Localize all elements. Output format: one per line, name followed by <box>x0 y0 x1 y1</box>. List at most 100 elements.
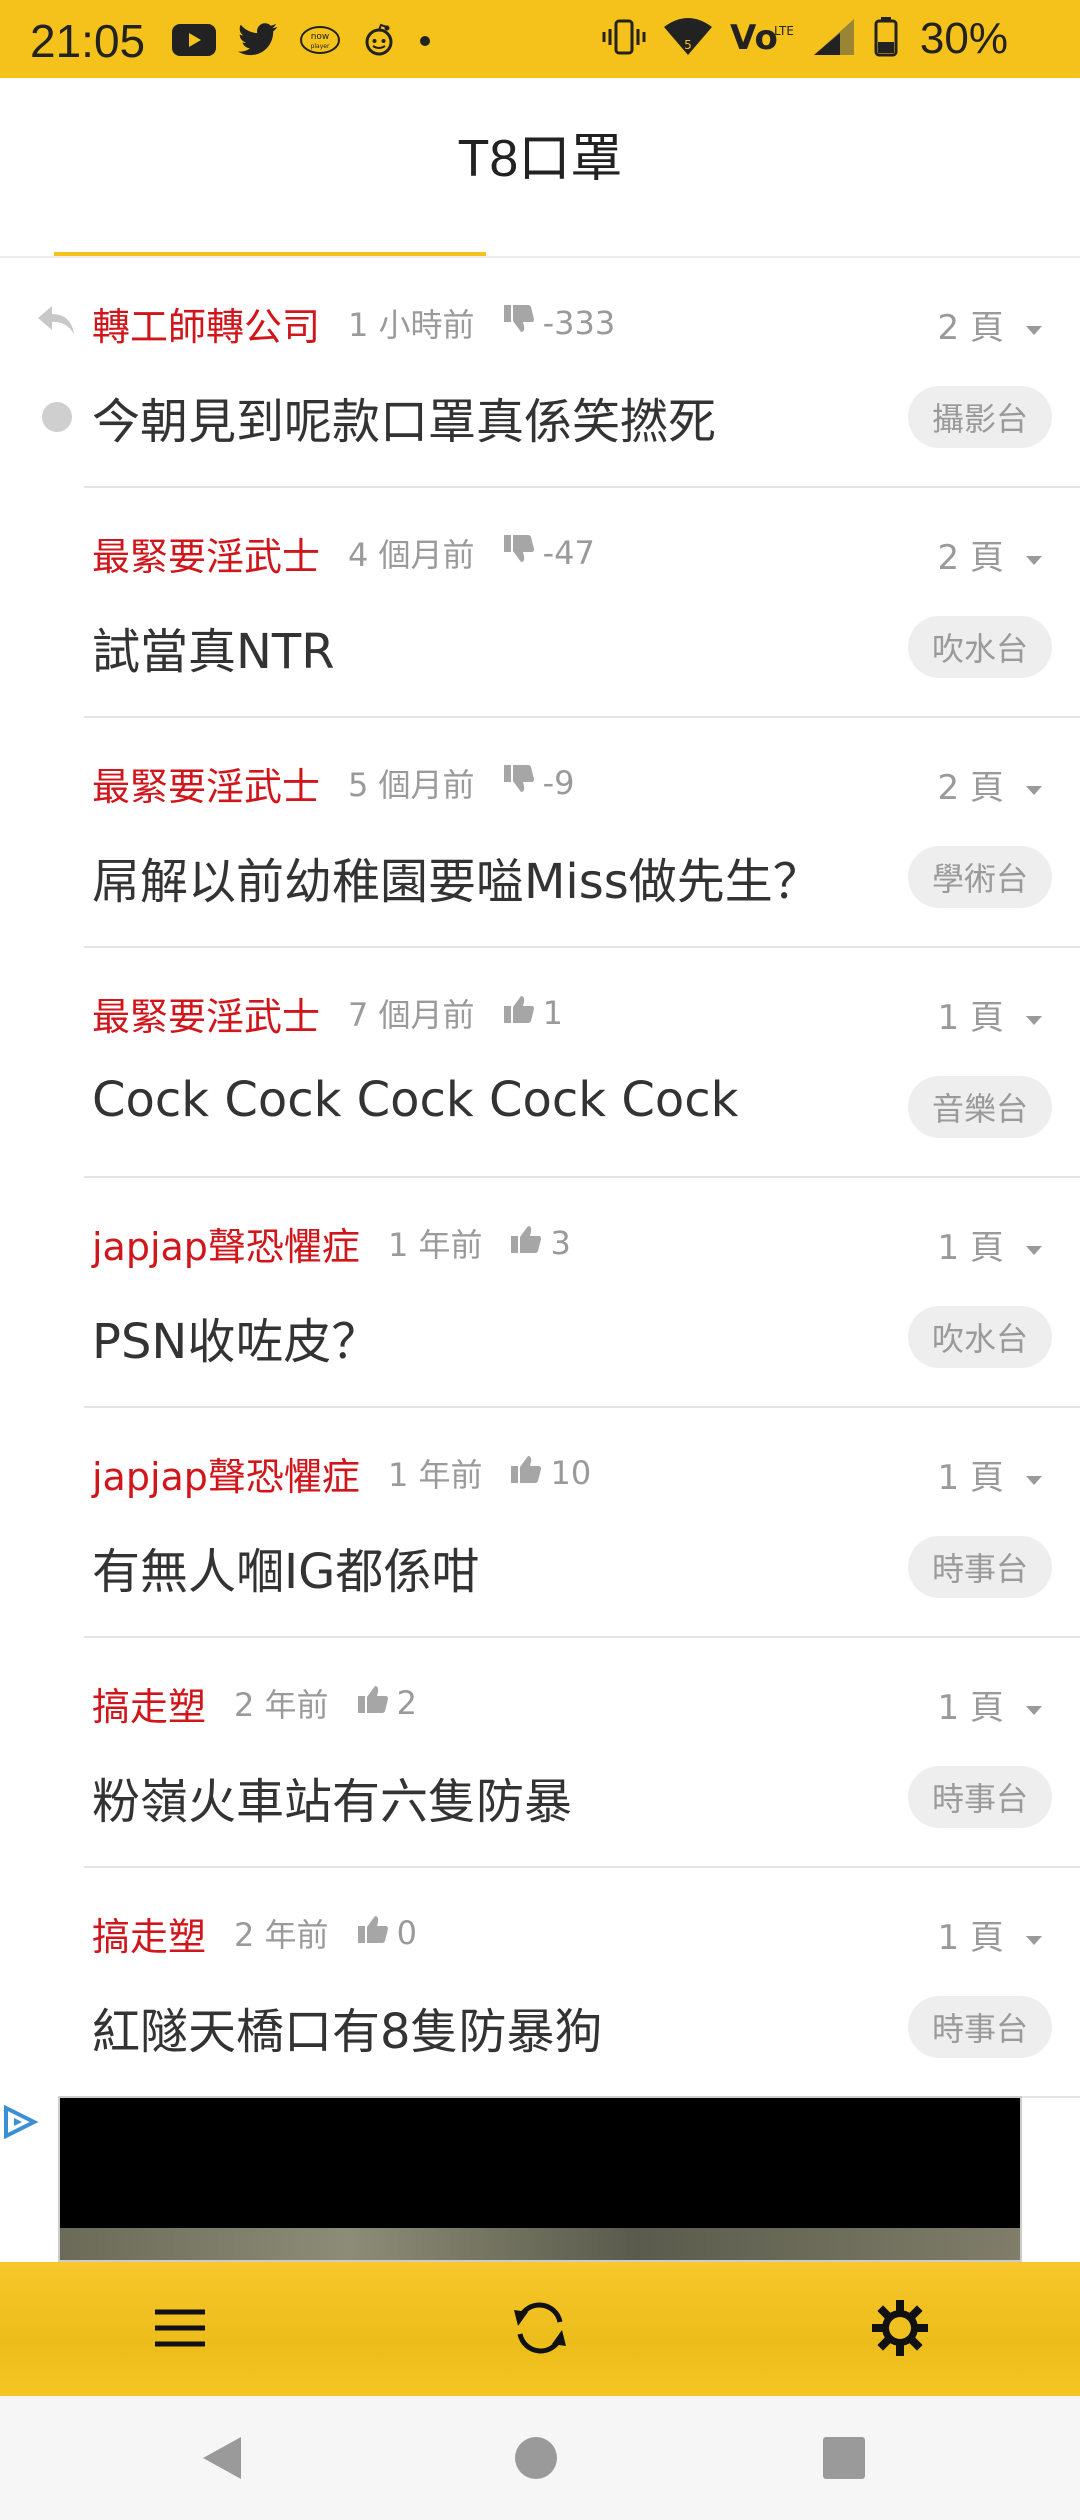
menu-icon <box>153 2306 207 2354</box>
thread-title[interactable]: 試當真NTR <box>92 612 335 682</box>
wifi-icon: 5 <box>662 17 714 61</box>
thread-title[interactable]: 紅隧天橋口有8隻防暴狗 <box>92 1992 603 2062</box>
thread-title[interactable]: 今朝見到呢款口罩真係笑撚死 <box>92 382 716 452</box>
thread-author[interactable]: japjap聲恐懼症 <box>92 1216 360 1271</box>
page-selector[interactable]: 2 頁 <box>938 530 1042 579</box>
forum-tag[interactable]: 攝影台 <box>907 386 1052 448</box>
thread-time: 4 個月前 <box>348 536 475 574</box>
chevron-down-icon <box>1026 1455 1042 1495</box>
thread-time: 1 小時前 <box>348 306 475 344</box>
thread-title[interactable]: 屌解以前幼稚園要嗌Miss做先生？ <box>92 842 821 912</box>
thread-row[interactable]: japjap聲恐懼症 1 年前 10 1 頁有無人嗰IG都係咁 時事台 <box>0 1408 1080 1638</box>
ad-choices-icon[interactable] <box>0 2102 40 2146</box>
thread-title[interactable]: 有無人嗰IG都係咁 <box>92 1532 479 1602</box>
thumbs-up-icon <box>357 1684 389 1722</box>
thread-row[interactable]: 搞走塑 2 年前 0 1 頁紅隧天橋口有8隻防暴狗 時事台 <box>0 1868 1080 2098</box>
page-selector[interactable]: 1 頁 <box>938 990 1042 1039</box>
thread-rating: 10 <box>510 1454 591 1492</box>
forum-tag[interactable]: 音樂台 <box>907 1076 1052 1138</box>
thread-time: 2 年前 <box>234 1686 329 1724</box>
thread-author[interactable]: 最緊要淫武士 <box>92 986 320 1041</box>
rating-value: 3 <box>550 1224 571 1262</box>
status-time: 21:05 <box>30 15 146 67</box>
thread-title[interactable]: Cock Cock Cock Cock Cock <box>92 1072 738 1128</box>
system-nav-bar <box>0 2396 1080 2520</box>
page-count: 1 頁 <box>937 998 1004 1038</box>
thread-row[interactable]: 轉工師轉公司 1 小時前 -333 2 頁今朝見到呢款口罩真係笑撚死 攝影台 <box>0 258 1080 488</box>
unread-indicator <box>42 402 72 432</box>
home-icon <box>513 2435 559 2485</box>
notification-icons: now player <box>172 22 432 62</box>
page-count: 1 頁 <box>937 1918 1004 1958</box>
home-button[interactable] <box>506 2430 566 2490</box>
thread-time: 5 個月前 <box>348 766 475 804</box>
thread-rating: -47 <box>503 534 595 572</box>
nowtv-player-icon: now player <box>300 25 340 59</box>
page-count: 1 頁 <box>937 1688 1004 1728</box>
recents-button[interactable] <box>814 2430 874 2490</box>
battery-icon <box>874 17 898 61</box>
thread-time: 7 個月前 <box>348 996 475 1034</box>
page-selector[interactable]: 2 頁 <box>938 760 1042 809</box>
forum-tag[interactable]: 吹水台 <box>907 1306 1052 1368</box>
thread-row[interactable]: 搞走塑 2 年前 2 1 頁粉嶺火車站有六隻防暴 時事台 <box>0 1638 1080 1868</box>
page-selector[interactable]: 1 頁 <box>938 1680 1042 1729</box>
page-count: 2 頁 <box>937 768 1004 808</box>
settings-button[interactable] <box>870 2300 930 2360</box>
ad-banner[interactable] <box>0 2096 1080 2262</box>
tab-strip[interactable] <box>0 216 1080 258</box>
page-count: 2 頁 <box>937 308 1004 348</box>
page-title: T8口罩 <box>457 130 623 188</box>
refresh-button[interactable] <box>510 2300 570 2360</box>
thread-meta: 最緊要淫武士 5 個月前 -9 <box>92 756 574 811</box>
thread-meta: japjap聲恐懼症 1 年前 10 <box>92 1446 591 1501</box>
rating-value: -47 <box>542 534 595 572</box>
page-count: 1 頁 <box>937 1228 1004 1268</box>
page-selector[interactable]: 1 頁 <box>938 1910 1042 1959</box>
thread-author[interactable]: 搞走塑 <box>92 1676 206 1731</box>
thread-list: 轉工師轉公司 1 小時前 -333 2 頁今朝見到呢款口罩真係笑撚死 攝影台 最緊要淫武士… <box>0 258 1080 2098</box>
chevron-down-icon <box>1026 1225 1042 1265</box>
thread-title[interactable]: 粉嶺火車站有六隻防暴 <box>92 1762 572 1832</box>
forum-tag[interactable]: 學術台 <box>907 846 1052 908</box>
thread-meta: 最緊要淫武士 7 個月前 1 <box>92 986 563 1041</box>
thread-author[interactable]: japjap聲恐懼症 <box>92 1446 360 1501</box>
thread-author[interactable]: 最緊要淫武士 <box>92 526 320 581</box>
thumbs-up-icon <box>510 1454 542 1492</box>
forum-tag[interactable]: 時事台 <box>907 1766 1052 1828</box>
forum-tag[interactable]: 時事台 <box>907 1996 1052 2058</box>
thread-meta: 搞走塑 2 年前 0 <box>92 1906 417 1961</box>
thumbs-down-icon <box>503 534 535 572</box>
thread-author[interactable]: 搞走塑 <box>92 1906 206 1961</box>
thread-row[interactable]: 最緊要淫武士 5 個月前 -9 2 頁屌解以前幼稚園要嗌Miss做先生？ 學術台 <box>0 718 1080 948</box>
bottom-toolbar <box>0 2262 1080 2396</box>
back-icon <box>199 2433 245 2487</box>
settings-icon <box>870 2298 930 2362</box>
thread-title[interactable]: PSN收咗皮？ <box>92 1302 379 1372</box>
refresh-icon <box>510 2298 570 2362</box>
forum-tag[interactable]: 吹水台 <box>907 616 1052 678</box>
thread-row[interactable]: 最緊要淫武士 7 個月前 1 1 頁 Cock Cock Cock Cock Cock 音… <box>0 948 1080 1178</box>
back-button[interactable] <box>192 2430 252 2490</box>
thumbs-down-icon <box>503 764 535 802</box>
thread-row[interactable]: japjap聲恐懼症 1 年前 3 1 頁 PSN收咗皮？ 吹水台 <box>0 1178 1080 1408</box>
page-selector[interactable]: 1 頁 <box>938 1450 1042 1499</box>
page-selector[interactable]: 1 頁 <box>938 1220 1042 1269</box>
thread-author[interactable]: 轉工師轉公司 <box>92 296 320 351</box>
thread-row[interactable]: 最緊要淫武士 4 個月前 -47 2 頁試當真NTR 吹水台 <box>0 488 1080 718</box>
svg-text:Vo: Vo <box>730 18 778 57</box>
reply-icon <box>36 304 76 340</box>
menu-button[interactable] <box>150 2300 210 2360</box>
rating-value: 1 <box>542 994 563 1032</box>
ad-video[interactable] <box>58 2096 1022 2262</box>
ad-thumbnail <box>60 2228 1020 2260</box>
page-selector[interactable]: 2 頁 <box>938 300 1042 349</box>
signal-icon <box>810 17 858 61</box>
thread-author[interactable]: 最緊要淫武士 <box>92 756 320 811</box>
recents-icon <box>821 2435 867 2485</box>
forum-tag[interactable]: 時事台 <box>907 1536 1052 1598</box>
thread-rating: -9 <box>503 764 574 802</box>
chevron-down-icon <box>1026 1915 1042 1955</box>
thread-time: 1 年前 <box>387 1456 483 1494</box>
thumbs-up-icon <box>503 994 535 1032</box>
